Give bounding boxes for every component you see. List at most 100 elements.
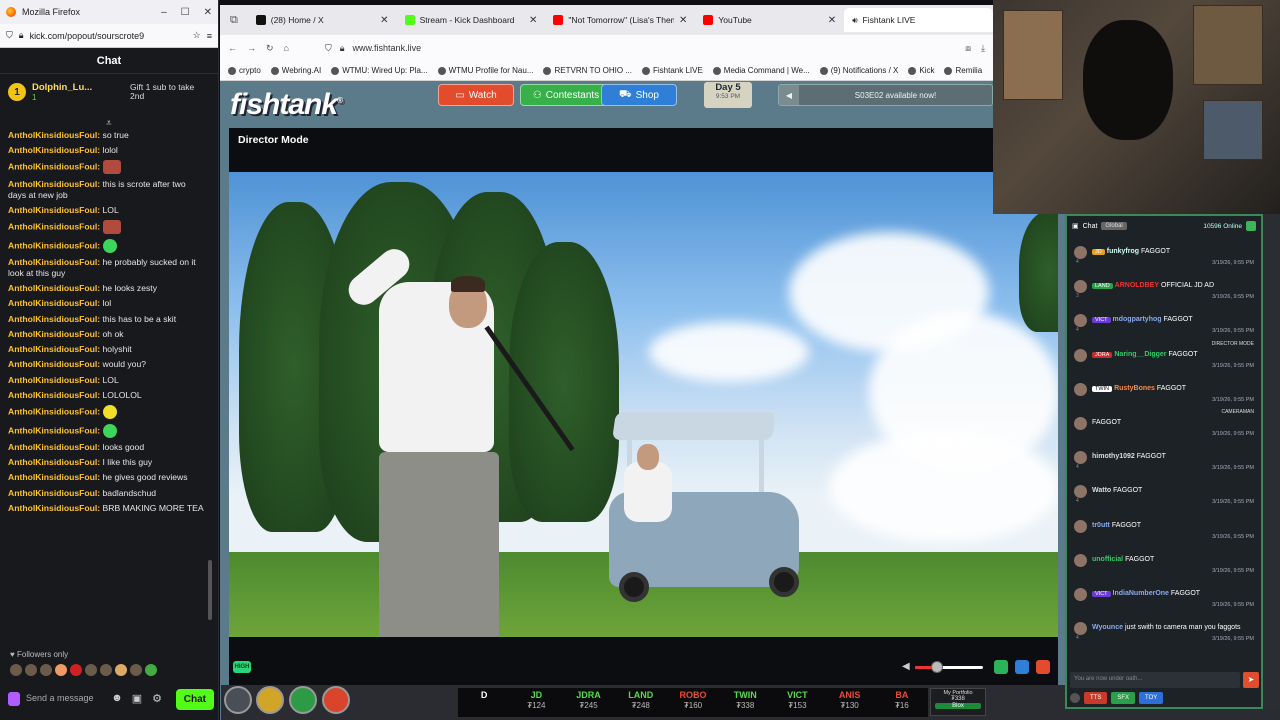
emoji-icon[interactable]: ☻ [110, 692, 124, 706]
toy-button[interactable]: TOY [1139, 692, 1164, 704]
contestants-button[interactable]: ⚇ Contestants [520, 84, 612, 106]
browser-tab[interactable]: "Not Tomorrow" (Lisa's Theme) ✕ [545, 8, 695, 32]
chat-username[interactable]: AntholKinsidiousFoul: [8, 344, 100, 354]
avatar[interactable] [1074, 587, 1087, 601]
chat-scrollbar[interactable] [207, 130, 213, 635]
chat-username[interactable]: RustyBones [1114, 385, 1155, 392]
live-video-player[interactable] [229, 172, 1058, 637]
minimize-icon[interactable]: – [161, 7, 167, 18]
bookmark-item[interactable]: WTMU: Wired Up: Pla... [331, 66, 428, 75]
watch-button[interactable]: ▭ Watch [438, 84, 514, 106]
chat-username[interactable]: AntholKinsidiousFoul: [8, 442, 100, 452]
emote-icon[interactable] [40, 664, 52, 676]
emote-icon[interactable] [25, 664, 37, 676]
bookmark-item[interactable]: Kick [908, 66, 934, 75]
contestant-ticker-item[interactable]: LAND ₮248 [615, 688, 667, 717]
popout-url[interactable]: kick.com/popout/sourscrote9 [30, 31, 187, 41]
global-room-badge[interactable]: Global [1101, 222, 1127, 230]
contestant-ticker-item[interactable]: TWIN ₮338 [719, 688, 771, 717]
download-icon[interactable]: ⤓ [981, 43, 985, 54]
avatar[interactable] [1074, 553, 1087, 567]
inventory-icon[interactable] [289, 686, 317, 714]
chat-username[interactable]: AntholKinsidiousFoul: [8, 298, 100, 308]
browser-tab-active[interactable]: 🔊︎ Fishtank LIVE [844, 8, 993, 32]
avatar[interactable] [1074, 314, 1087, 328]
contestant-ticker-item[interactable]: JDRA ₮245 [562, 688, 614, 717]
contestant-ticker-item[interactable]: ANIS ₮130 [824, 688, 876, 717]
address-bar[interactable]: ⛉ 🔒︎ www.fishtank.live [325, 43, 955, 54]
emote-icon[interactable] [100, 664, 112, 676]
forward-icon[interactable]: → [247, 43, 256, 53]
chat-username[interactable]: AntholKinsidiousFoul: [8, 425, 100, 435]
menu-icon[interactable]: ≡ [207, 31, 212, 41]
quality-badge[interactable]: HIGH [233, 661, 251, 673]
speaker-icon[interactable]: 🔊︎ [852, 15, 857, 26]
tab-close-icon[interactable]: ✕ [828, 15, 836, 26]
sfx-button[interactable]: SFX [1111, 692, 1136, 704]
alert-icon[interactable] [322, 686, 350, 714]
tab-overview-icon[interactable]: ⧉ [220, 14, 248, 27]
emote-icon[interactable] [85, 664, 97, 676]
contestant-ticker-item[interactable]: D [458, 688, 510, 717]
chat-username[interactable]: Wyounce [1092, 624, 1123, 631]
tts-button[interactable]: TTS [1084, 692, 1108, 704]
container-icon[interactable]: ⧈ [965, 43, 971, 54]
avatar[interactable] [1074, 519, 1087, 533]
contestant-ticker-item[interactable]: VICT ₮153 [771, 688, 823, 717]
users-icon[interactable] [1246, 221, 1256, 231]
chat-username[interactable]: AntholKinsidiousFoul: [8, 145, 100, 155]
bookmark-item[interactable]: WTMU Profile for Nau... [437, 66, 533, 75]
chat-username[interactable]: Naring__Digger [1114, 351, 1166, 358]
emote-icon[interactable] [55, 664, 67, 676]
bookmark-item[interactable]: Fishtank LIVE [641, 66, 703, 75]
maximize-icon[interactable]: ☐ [181, 7, 190, 18]
avatar[interactable] [1074, 348, 1087, 362]
chat-username[interactable]: AntholKinsidiousFoul: [8, 488, 100, 498]
bookmark-item[interactable]: Webring.AI [270, 66, 321, 75]
emote-icon[interactable] [10, 664, 22, 676]
chat-username[interactable]: AntholKinsidiousFoul: [8, 457, 100, 467]
browser-tab[interactable]: YouTube ✕ [695, 8, 844, 32]
browser-tab[interactable]: (28) Home / X ✕ [248, 8, 397, 32]
chat-username[interactable]: AntholKinsidiousFoul: [8, 179, 100, 189]
bookmark-item[interactable]: crypto [228, 66, 261, 75]
emote-icon[interactable] [145, 664, 157, 676]
address-url[interactable]: www.fishtank.live [353, 43, 422, 53]
chat-username[interactable]: AntholKinsidiousFoul: [8, 240, 100, 250]
fullscreen-icon[interactable] [1015, 660, 1029, 674]
chat-username[interactable]: IndiaNumberOne [1113, 590, 1169, 597]
episode-banner[interactable]: ◀ S03E02 available now! [778, 84, 993, 106]
chat-username[interactable]: funkyfrog [1107, 248, 1139, 255]
chat-username[interactable]: AntholKinsidiousFoul: [8, 503, 100, 513]
avatar[interactable] [1074, 382, 1087, 396]
tab-close-icon[interactable]: ✕ [380, 15, 388, 26]
pin-drag-icon[interactable]: ⩡ [106, 118, 112, 129]
chat-send-button[interactable]: Chat [175, 688, 214, 710]
coins-icon[interactable] [256, 686, 284, 714]
chat-input[interactable]: You are now under oath... [1070, 672, 1240, 688]
portfolio-widget[interactable]: My Portfolio ₮338 Blox [930, 688, 986, 716]
page-scrollbar[interactable] [1263, 214, 1280, 709]
chat-username[interactable]: Watto [1092, 487, 1111, 494]
chat-username[interactable]: AntholKinsidiousFoul: [8, 221, 100, 231]
record-icon[interactable] [1036, 660, 1050, 674]
shop-button[interactable]: ⛟ Shop [601, 84, 677, 106]
bookmark-item[interactable]: Media Command | We... [712, 66, 810, 75]
contestant-ticker-item[interactable]: ROBO ₮160 [667, 688, 719, 717]
chat-username[interactable]: AntholKinsidiousFoul: [8, 390, 100, 400]
settings-gear-icon[interactable] [224, 686, 252, 714]
volume-slider-handle[interactable] [931, 661, 943, 673]
tab-close-icon[interactable]: ✕ [529, 15, 537, 26]
chat-username[interactable]: AntholKinsidiousFoul: [8, 314, 100, 324]
chat-username[interactable]: AntholKinsidiousFoul: [8, 472, 100, 482]
pinned-gifter[interactable]: 1 Dolphin_Lu... 1 Gift 1 sub to take 2nd [0, 74, 218, 110]
emote-icon[interactable] [130, 664, 142, 676]
chat-username[interactable]: AntholKinsidiousFoul: [8, 406, 100, 416]
avatar[interactable] [1074, 416, 1087, 430]
chat-username[interactable]: AntholKinsidiousFoul: [8, 162, 100, 172]
contestant-ticker-item[interactable]: JD ₮124 [510, 688, 562, 717]
settings-gear-icon[interactable]: ⚙ [150, 692, 164, 706]
gifter-username[interactable]: Dolphin_Lu... [32, 82, 92, 93]
avatar[interactable] [1074, 485, 1087, 499]
chat-username[interactable]: tr0utt [1092, 522, 1110, 529]
